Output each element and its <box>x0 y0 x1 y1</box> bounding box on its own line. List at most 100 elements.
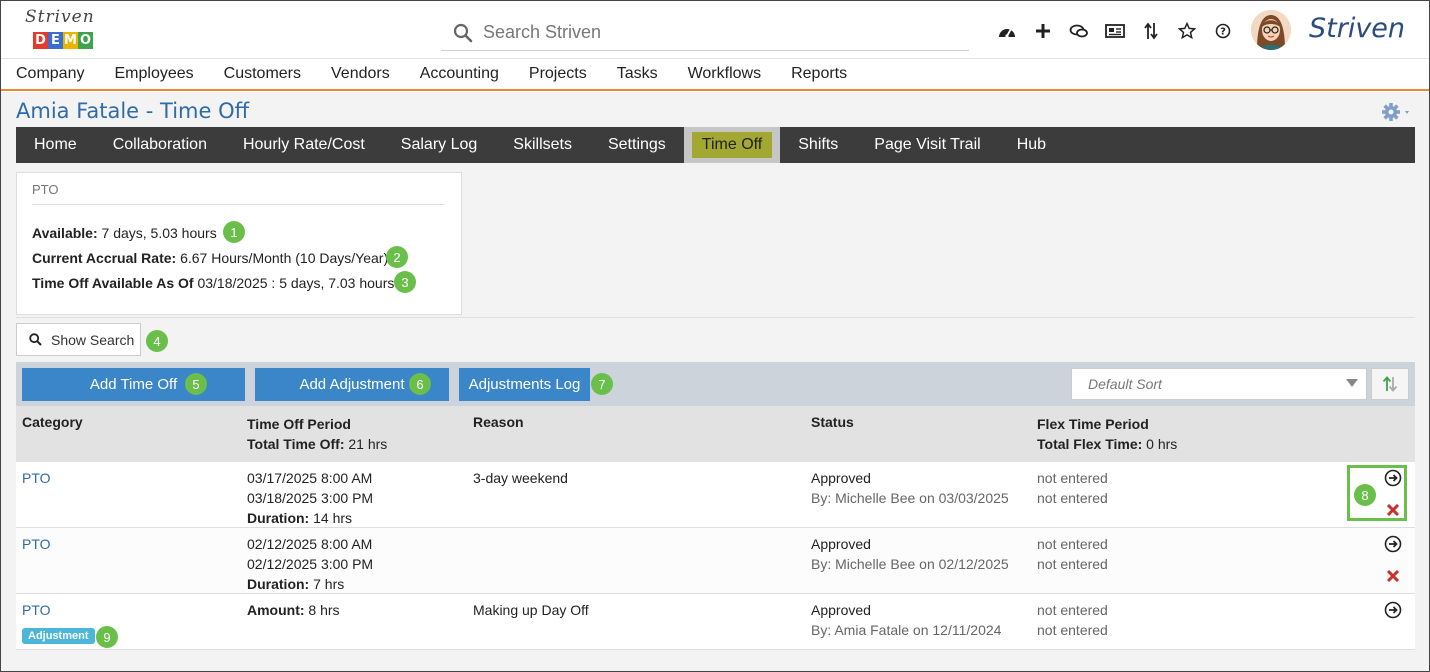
header-flex-total-label: Total Flex Time: <box>1037 436 1143 452</box>
flex-start: not entered <box>1037 602 1108 618</box>
nav-item-vendors[interactable]: Vendors <box>331 65 390 83</box>
logo[interactable]: Striven D E M O <box>23 7 103 53</box>
brand-logo[interactable]: Striven <box>1309 13 1405 44</box>
help-icon[interactable]: ? <box>1205 19 1241 43</box>
tab-settings[interactable]: Settings <box>590 127 684 163</box>
nav-item-reports[interactable]: Reports <box>791 65 847 83</box>
star-icon[interactable] <box>1169 19 1205 43</box>
duration-label: Duration: <box>247 510 310 526</box>
tab-home[interactable]: Home <box>16 127 95 163</box>
callout-badge: 6 <box>409 373 431 395</box>
period-end: 02/12/2025 3:00 PM <box>247 556 374 572</box>
nav-item-accounting[interactable]: Accounting <box>420 65 499 83</box>
category-link[interactable]: PTO <box>22 600 51 620</box>
pto-available-value: 7 days, 5.03 hours <box>97 225 217 241</box>
status-by: By: Amia Fatale on 12/11/2024 <box>811 622 1002 638</box>
period-end: 03/18/2025 3:00 PM <box>247 490 374 506</box>
callout-badge: 8 <box>1354 484 1376 506</box>
status-text: Approved <box>811 536 871 552</box>
nav-item-employees[interactable]: Employees <box>114 65 193 83</box>
pto-available: Available: 7 days, 5.03 hours <box>32 225 217 241</box>
time-off-amount: Amount: 8 hrs <box>247 600 340 620</box>
tab-shifts[interactable]: Shifts <box>780 127 856 163</box>
search-icon <box>29 333 42 346</box>
amount-label: Amount: <box>247 602 305 618</box>
delete-icon[interactable] <box>1383 500 1403 520</box>
svg-text:?: ? <box>1220 27 1226 38</box>
pto-asof-value: 03/18/2025 : 5 days, 7.03 hours <box>193 275 395 291</box>
adjustment-tag: Adjustment <box>22 628 95 644</box>
show-search-button[interactable]: Show Search <box>16 323 141 356</box>
nav-item-projects[interactable]: Projects <box>529 65 587 83</box>
search-input[interactable] <box>483 22 943 43</box>
logo-letter: D <box>33 32 48 49</box>
toolbar: Add Time Off 5 Add Adjustment 6 Adjustme… <box>16 362 1415 406</box>
time-off-table: Category Time Off Period Total Time Off:… <box>16 406 1415 650</box>
nav-item-workflows[interactable]: Workflows <box>688 65 762 83</box>
nav-item-tasks[interactable]: Tasks <box>617 65 658 83</box>
nav-item-company[interactable]: Company <box>16 65 84 83</box>
header-status-label: Status <box>811 414 854 430</box>
pto-available-label: Available: <box>32 225 98 241</box>
nav-item-customers[interactable]: Customers <box>224 65 301 83</box>
logo-letter: E <box>48 32 63 49</box>
tab-hub[interactable]: Hub <box>999 127 1064 163</box>
avatar[interactable] <box>1251 10 1291 50</box>
delete-icon[interactable] <box>1383 566 1403 586</box>
flex-end: not entered <box>1037 622 1108 638</box>
chat-icon[interactable] <box>1061 19 1097 43</box>
add-time-off-button[interactable]: Add Time Off <box>22 368 245 401</box>
add-adjustment-label: Add Adjustment <box>299 376 405 393</box>
logo-script: Striven <box>25 7 95 27</box>
duration-label: Duration: <box>247 576 310 592</box>
plus-icon[interactable] <box>1025 19 1061 43</box>
header-total-value: 21 hrs <box>344 436 388 452</box>
tab-collaboration[interactable]: Collaboration <box>95 127 225 163</box>
search-icon <box>453 23 473 42</box>
pto-accrual-label: Current Accrual Rate: <box>32 250 177 266</box>
tab-skillsets[interactable]: Skillsets <box>495 127 590 163</box>
dashboard-icon[interactable] <box>989 19 1025 43</box>
table-row: PTO 03/17/2025 8:00 AM 03/18/2025 3:00 P… <box>16 462 1415 528</box>
table-row: PTO Adjustment 9 Amount: 8 hrs Making up… <box>16 594 1415 650</box>
adjustments-log-label: Adjustments Log <box>468 376 581 393</box>
time-off-period: 03/17/2025 8:00 AM 03/18/2025 3:00 PM Du… <box>247 468 373 528</box>
view-icon[interactable] <box>1383 534 1403 554</box>
logo-demo: D E M O <box>33 32 93 49</box>
header-reason-label: Reason <box>473 414 524 430</box>
news-icon[interactable] <box>1097 19 1133 43</box>
header-category: Category <box>22 414 83 430</box>
sort-direction-button[interactable] <box>1371 368 1409 400</box>
sort-direction-icon <box>1382 376 1398 392</box>
pto-accrual-rate: Current Accrual Rate: 6.67 Hours/Month (… <box>32 250 388 266</box>
tab-time-off[interactable]: Time Off <box>683 127 781 163</box>
gear-icon <box>1382 103 1409 121</box>
gear-menu[interactable] <box>1381 102 1413 128</box>
flex-start: not entered <box>1037 536 1108 552</box>
sub-nav: Home Collaboration Hourly Rate/Cost Sala… <box>16 127 1415 163</box>
top-icons: ? <box>989 19 1241 43</box>
view-icon[interactable] <box>1383 468 1403 488</box>
flex-period: not entered not entered <box>1037 468 1108 508</box>
category-link[interactable]: PTO <box>22 534 51 554</box>
pto-available-as-of: Time Off Available As Of 03/18/2025 : 5 … <box>32 275 394 291</box>
adjustments-log-button[interactable]: Adjustments Log <box>459 368 590 401</box>
pto-accrual-value: 6.67 Hours/Month (10 Days/Year) <box>176 250 389 266</box>
tab-hourly-rate[interactable]: Hourly Rate/Cost <box>225 127 383 163</box>
header-flex-label: Flex Time Period <box>1037 416 1149 432</box>
sort-select-value: Default Sort <box>1088 376 1162 392</box>
tab-page-visit-trail[interactable]: Page Visit Trail <box>856 127 998 163</box>
header-total-label: Total Time Off: <box>247 436 345 452</box>
sort-select[interactable]: Default Sort <box>1071 368 1367 400</box>
pto-summary-card: PTO Available: 7 days, 5.03 hours 1 Curr… <box>16 172 462 315</box>
sort-arrows-icon[interactable] <box>1133 19 1169 43</box>
callout-badge: 2 <box>386 246 408 268</box>
status: Approved By: Michelle Bee on 03/03/2025 <box>811 468 1009 508</box>
callout-badge: 1 <box>223 221 245 243</box>
tab-salary-log[interactable]: Salary Log <box>383 127 496 163</box>
view-icon[interactable] <box>1383 600 1403 620</box>
category-link[interactable]: PTO <box>22 468 51 488</box>
global-search <box>441 15 969 51</box>
callout-badge: 5 <box>185 373 207 395</box>
add-time-off-label: Add Time Off <box>89 376 178 393</box>
